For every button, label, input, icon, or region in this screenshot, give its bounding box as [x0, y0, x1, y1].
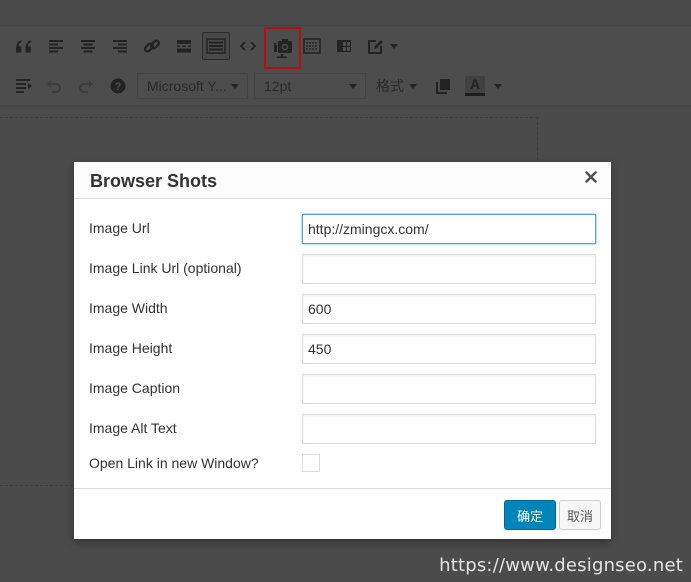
image-height-input[interactable] [302, 334, 596, 364]
form-row-open-new-window: Open Link in new Window? [74, 449, 611, 479]
redo-button[interactable] [72, 72, 100, 100]
indent-icon [15, 78, 33, 94]
open-new-window-checkbox[interactable] [302, 454, 320, 472]
paste-icon [435, 78, 451, 94]
text-color-letter: A [465, 76, 485, 93]
align-center-button[interactable] [74, 32, 102, 60]
open-new-window-label: Open Link in new Window? [89, 455, 259, 471]
help-icon: ? [110, 78, 126, 94]
toolbar-toggle-button[interactable] [202, 32, 230, 60]
form-row-image-link-url: Image Link Url (optional) [74, 254, 611, 284]
form-row-image-alt-text: Image Alt Text [74, 414, 611, 444]
code-button[interactable] [234, 32, 262, 60]
code-icon [240, 40, 256, 52]
font-family-select[interactable]: Microsoft Y... [137, 73, 248, 99]
format-dropdown[interactable]: 格式 [376, 73, 417, 99]
insert-link-button[interactable] [138, 32, 166, 60]
font-size-value: 12pt [264, 78, 292, 94]
edit-dropdown-button[interactable] [362, 32, 404, 60]
image-width-label: Image Width [89, 300, 168, 316]
font-family-value: Microsoft Y... [147, 78, 227, 94]
form-row-image-caption: Image Caption [74, 374, 611, 404]
image-caption-label: Image Caption [89, 380, 181, 396]
browser-shots-dialog: Browser Shots Image Url Image Link Url (… [74, 162, 611, 539]
chevron-down-icon [349, 83, 357, 89]
align-left-button[interactable] [42, 32, 70, 60]
dialog-header: Browser Shots [74, 162, 611, 199]
read-more-button[interactable] [170, 32, 198, 60]
image-url-input[interactable] [302, 214, 596, 244]
image-alt-text-input[interactable] [302, 414, 596, 444]
close-button[interactable] [582, 170, 600, 188]
link-icon [143, 37, 161, 55]
form-row-image-width: Image Width [74, 294, 611, 324]
chevron-down-icon [494, 83, 502, 89]
font-size-select[interactable]: 12pt [254, 73, 366, 99]
undo-button[interactable] [40, 72, 68, 100]
align-left-icon [48, 39, 64, 53]
image-url-label: Image Url [89, 220, 150, 236]
cancel-button[interactable]: 取消 [559, 500, 601, 530]
read-more-icon [176, 39, 192, 53]
dialog-footer: 确定 取消 [74, 488, 611, 539]
help-button[interactable]: ? [104, 72, 132, 100]
image-width-input[interactable] [302, 294, 596, 324]
image-caption-input[interactable] [302, 374, 596, 404]
align-center-icon [80, 39, 96, 53]
align-right-button[interactable] [106, 32, 134, 60]
form-row-image-height: Image Height [74, 334, 611, 364]
keyboard-icon [206, 38, 226, 54]
image-link-url-input[interactable] [302, 254, 596, 284]
watermark: https://www.designseo.net [439, 555, 683, 576]
blockquote-button[interactable] [10, 32, 38, 60]
image-height-label: Image Height [89, 340, 173, 356]
outdent-button[interactable] [10, 72, 38, 100]
chevron-down-icon [409, 83, 417, 89]
table-button[interactable] [330, 32, 358, 60]
form-row-image-url: Image Url [74, 214, 611, 244]
edit-icon [367, 38, 384, 55]
blockquote-icon [15, 39, 33, 53]
top-strip [0, 0, 691, 26]
browser-shots-button[interactable] [264, 27, 301, 69]
chevron-down-icon [390, 43, 398, 49]
editor-toolbar: ? Microsoft Y... 12pt 格式 A [0, 27, 691, 107]
paste-text-button[interactable] [429, 72, 457, 100]
dialog-title: Browser Shots [90, 171, 218, 191]
align-right-icon [112, 39, 128, 53]
image-alt-text-label: Image Alt Text [89, 420, 177, 436]
ok-button[interactable]: 确定 [504, 500, 556, 530]
undo-icon [46, 78, 62, 94]
image-link-url-label: Image Link Url (optional) [89, 260, 242, 276]
chevron-down-icon [231, 83, 239, 89]
table-icon [336, 39, 352, 53]
page-break-icon [303, 38, 321, 54]
svg-text:?: ? [115, 81, 122, 93]
format-label: 格式 [376, 78, 404, 94]
text-color-icon: A [465, 76, 485, 96]
text-color-swatch [465, 93, 485, 96]
redo-icon [78, 78, 94, 94]
close-icon [585, 170, 597, 188]
browser-shots-icon [272, 37, 294, 59]
page-break-button[interactable] [298, 32, 326, 60]
text-color-button[interactable]: A [460, 72, 504, 100]
